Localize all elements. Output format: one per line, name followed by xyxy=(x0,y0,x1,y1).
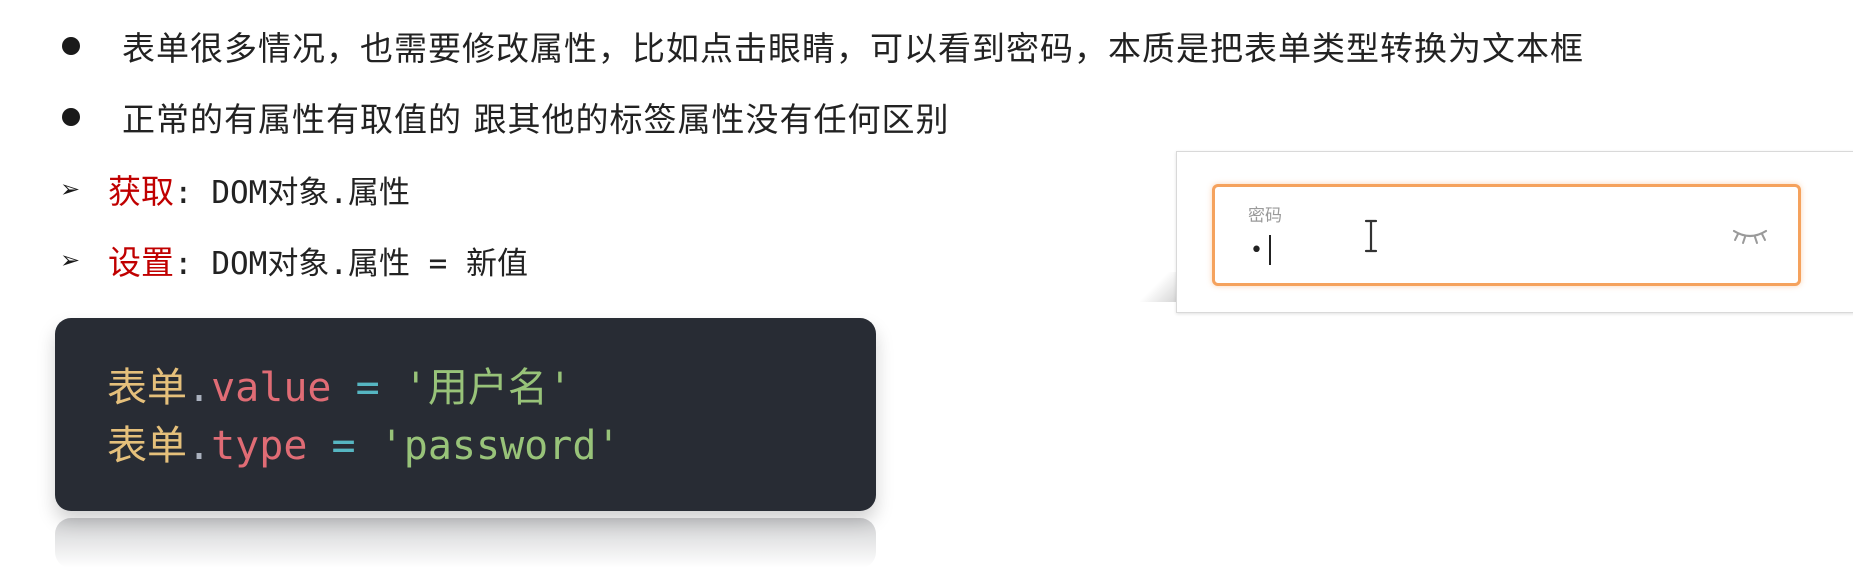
code-line-1: 表单.value = '用户名' xyxy=(107,368,572,408)
code-line-2: 表单.type = 'password' xyxy=(107,426,621,466)
arrow-right-icon: ➢ xyxy=(60,246,81,274)
code-token-dot: . xyxy=(187,365,212,411)
set-item-text: 设置: DOM对象.属性 = 新值 xyxy=(108,236,528,284)
code-token-dot: . xyxy=(187,423,212,469)
bullet-text-2: 正常的有属性有取值的 跟其他的标签属性没有任何区别 xyxy=(122,100,950,139)
get-item: ➢ 获取: DOM对象.属性 xyxy=(0,163,900,215)
panel-shadow xyxy=(1140,272,1180,302)
bullet-item-2: 正常的有属性有取值的 跟其他的标签属性没有任何区别 xyxy=(0,91,1100,143)
code-token-operator: = xyxy=(307,423,380,469)
ibeam-cursor-icon xyxy=(1364,219,1378,253)
code-token-string: '用户名' xyxy=(403,365,572,411)
code-token-property: type xyxy=(211,423,308,469)
code-reflection xyxy=(55,518,876,568)
code-token-string: 'password' xyxy=(379,423,621,469)
password-mask: • xyxy=(1250,237,1263,263)
set-rest: : DOM对象.属性 = 新值 xyxy=(174,246,528,282)
bullet-item-1: 表单很多情况，也需要修改属性，比如点击眼睛，可以看到密码，本质是把表单类型转换为… xyxy=(0,20,1700,72)
eye-closed-icon[interactable] xyxy=(1730,225,1770,245)
password-value: • xyxy=(1250,235,1271,265)
code-token-operator: = xyxy=(331,365,404,411)
set-label: 设置 xyxy=(108,243,174,282)
get-rest: : DOM对象.属性 xyxy=(174,175,410,211)
code-block: 表单.value = '用户名' 表单.type = 'password' xyxy=(55,318,876,511)
password-label: 密码 xyxy=(1248,206,1282,226)
code-example: 表单.value = '用户名' 表单.type = 'password' xyxy=(55,318,876,568)
get-label: 获取 xyxy=(108,172,174,211)
bullet-text-1: 表单很多情况，也需要修改属性，比如点击眼睛，可以看到密码，本质是把表单类型转换为… xyxy=(122,29,1584,68)
arrow-right-icon: ➢ xyxy=(60,175,81,203)
code-token-object: 表单 xyxy=(107,365,187,411)
password-input[interactable]: 密码 • xyxy=(1212,184,1801,286)
set-item: ➢ 设置: DOM对象.属性 = 新值 xyxy=(0,234,900,286)
bullet-dot-icon xyxy=(62,108,80,126)
bullet-dot-icon xyxy=(62,37,80,55)
text-caret xyxy=(1268,235,1271,265)
password-demo-panel: 密码 • xyxy=(1176,151,1853,313)
code-token-property: value xyxy=(211,365,332,411)
code-token-object: 表单 xyxy=(107,423,187,469)
get-item-text: 获取: DOM对象.属性 xyxy=(108,165,410,213)
